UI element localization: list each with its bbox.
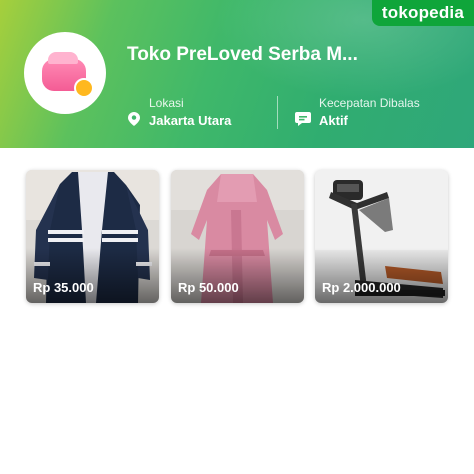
product-card[interactable]: Rp 2.000.000 bbox=[315, 170, 448, 303]
shop-header-banner: tokopedia Toko PreLoved Serba M... Lokas… bbox=[0, 0, 474, 148]
response-speed-label: Kecepatan Dibalas bbox=[319, 96, 420, 110]
chat-bubble-icon bbox=[295, 112, 311, 126]
product-price: Rp 50.000 bbox=[178, 280, 239, 295]
product-card[interactable]: Rp 50.000 bbox=[171, 170, 304, 303]
location-value: Jakarta Utara bbox=[149, 113, 232, 128]
response-speed-value: Aktif bbox=[319, 113, 348, 128]
product-price: Rp 2.000.000 bbox=[322, 280, 401, 295]
coin-icon bbox=[74, 78, 94, 98]
product-card[interactable]: Rp 35.000 bbox=[26, 170, 159, 303]
tokopedia-logo[interactable]: tokopedia bbox=[371, 0, 474, 26]
location-label: Lokasi bbox=[149, 96, 184, 110]
product-price: Rp 35.000 bbox=[33, 280, 94, 295]
store-avatar[interactable] bbox=[24, 32, 106, 114]
meta-divider bbox=[277, 96, 278, 129]
location-pin-icon bbox=[128, 112, 140, 126]
store-name[interactable]: Toko PreLoved Serba M... bbox=[127, 44, 358, 66]
